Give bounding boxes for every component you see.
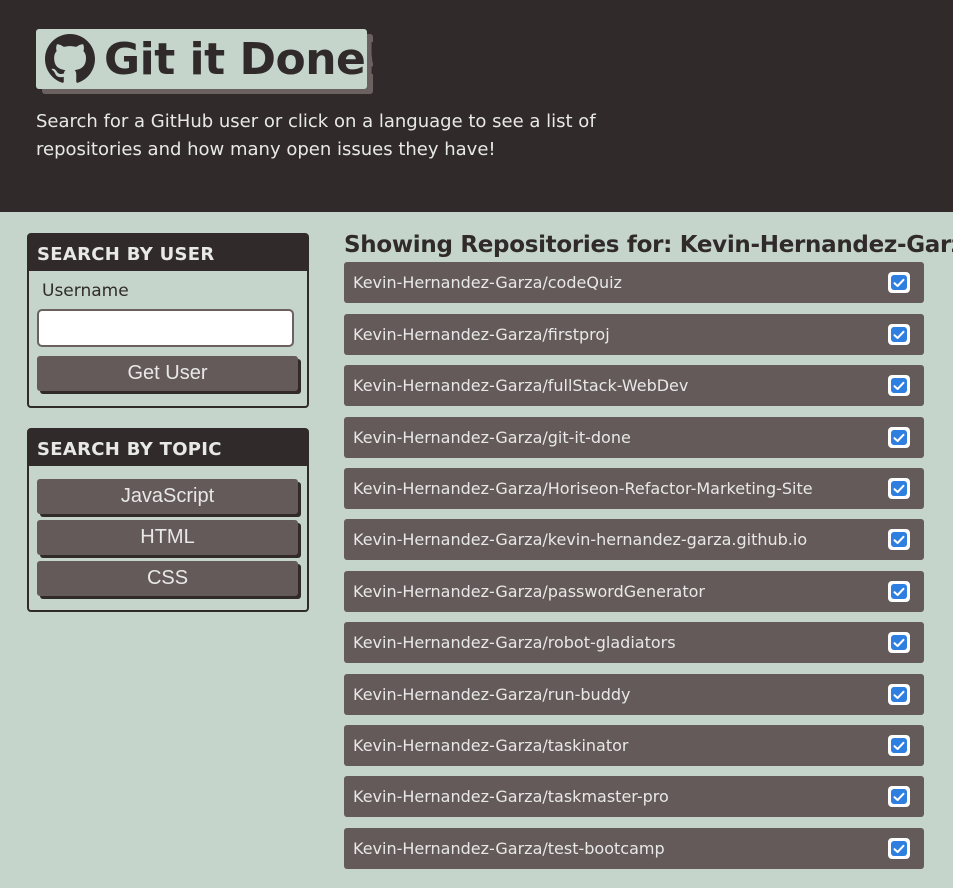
repo-item[interactable]: Kevin-Hernandez-Garza/robot-gladiators	[344, 622, 924, 663]
repo-name: Kevin-Hernandez-Garza/Horiseon-Refactor-…	[353, 479, 813, 498]
github-icon	[45, 34, 95, 84]
check-icon	[888, 581, 910, 602]
repo-name: Kevin-Hernandez-Garza/run-buddy	[353, 685, 631, 704]
repo-item[interactable]: Kevin-Hernandez-Garza/git-it-done	[344, 417, 924, 458]
search-by-user-card: SEARCH BY USER Username Get User	[27, 233, 309, 408]
repo-name: Kevin-Hernandez-Garza/firstproj	[353, 325, 610, 344]
check-icon	[888, 427, 910, 448]
check-icon	[888, 684, 910, 705]
repo-item[interactable]: Kevin-Hernandez-Garza/run-buddy	[344, 674, 924, 715]
repo-name: Kevin-Hernandez-Garza/test-bootcamp	[353, 839, 665, 858]
search-by-topic-card: SEARCH BY TOPIC JavaScript HTML CSS	[27, 428, 309, 612]
check-icon	[888, 324, 910, 345]
repo-name: Kevin-Hernandez-Garza/kevin-hernandez-ga…	[353, 530, 808, 549]
get-user-button[interactable]: Get User	[37, 356, 298, 391]
repo-item[interactable]: Kevin-Hernandez-Garza/taskmaster-pro	[344, 776, 924, 817]
check-icon	[888, 272, 910, 293]
repo-name: Kevin-Hernandez-Garza/taskmaster-pro	[353, 787, 669, 806]
repo-name: Kevin-Hernandez-Garza/taskinator	[353, 736, 629, 755]
language-button-html[interactable]: HTML	[37, 520, 298, 555]
repo-item[interactable]: Kevin-Hernandez-Garza/fullStack-WebDev	[344, 365, 924, 406]
check-icon	[888, 735, 910, 756]
repo-name: Kevin-Hernandez-Garza/git-it-done	[353, 428, 631, 447]
brand: Git it Done!	[36, 29, 385, 89]
check-icon	[888, 838, 910, 859]
repo-item[interactable]: Kevin-Hernandez-Garza/firstproj	[344, 314, 924, 355]
check-icon	[888, 632, 910, 653]
repo-name: Kevin-Hernandez-Garza/fullStack-WebDev	[353, 376, 689, 395]
check-icon	[888, 529, 910, 550]
repo-item[interactable]: Kevin-Hernandez-Garza/codeQuiz	[344, 262, 924, 303]
repo-item[interactable]: Kevin-Hernandez-Garza/passwordGenerator	[344, 571, 924, 612]
language-button-css[interactable]: CSS	[37, 561, 298, 596]
repo-item[interactable]: Kevin-Hernandez-Garza/taskinator	[344, 725, 924, 766]
check-icon	[888, 375, 910, 396]
page-header: Git it Done! Search for a GitHub user or…	[0, 0, 953, 212]
username-input[interactable]	[37, 309, 294, 347]
search-by-user-heading: SEARCH BY USER	[29, 235, 307, 271]
repo-item[interactable]: Kevin-Hernandez-Garza/kevin-hernandez-ga…	[344, 519, 924, 560]
repo-item[interactable]: Kevin-Hernandez-Garza/test-bootcamp	[344, 828, 924, 869]
username-label: Username	[42, 281, 129, 301]
language-button-javascript[interactable]: JavaScript	[37, 479, 298, 514]
repo-name: Kevin-Hernandez-Garza/codeQuiz	[353, 273, 622, 292]
repo-item[interactable]: Kevin-Hernandez-Garza/Horiseon-Refactor-…	[344, 468, 924, 509]
search-by-topic-heading: SEARCH BY TOPIC	[29, 430, 307, 466]
app-title: Git it Done!	[104, 33, 385, 85]
check-icon	[888, 786, 910, 807]
app-subtitle: Search for a GitHub user or click on a l…	[36, 111, 596, 160]
repo-name: Kevin-Hernandez-Garza/robot-gladiators	[353, 633, 676, 652]
repo-search-term-heading: Showing Repositories for: Kevin-Hernande…	[344, 232, 953, 258]
repo-name: Kevin-Hernandez-Garza/passwordGenerator	[353, 582, 705, 601]
check-icon	[888, 478, 910, 499]
